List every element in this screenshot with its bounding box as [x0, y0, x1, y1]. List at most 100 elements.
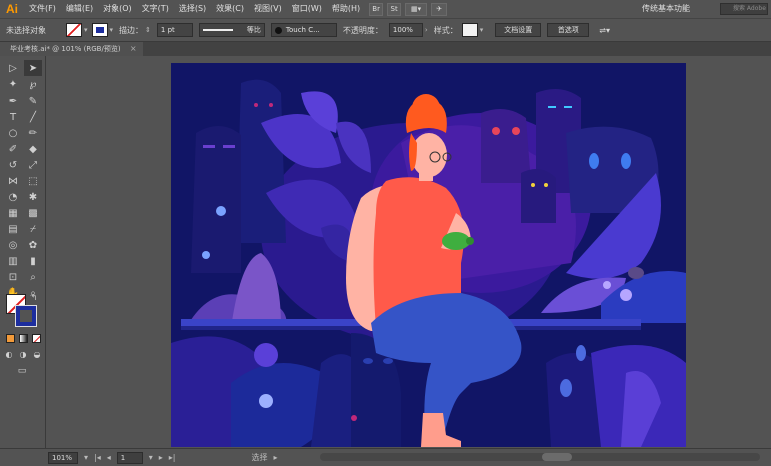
swap-fill-stroke-icon[interactable]: ↰ [28, 292, 40, 302]
stroke-proxy[interactable] [15, 305, 37, 327]
graphic-style-swatch[interactable] [461, 23, 478, 37]
menu-file[interactable]: 文件(F) [24, 0, 61, 18]
selection-tool-icon[interactable]: ▷ [4, 60, 22, 76]
menu-window[interactable]: 窗口(W) [287, 0, 327, 18]
graph-tool-icon[interactable]: ▥ [4, 253, 22, 269]
menu-view[interactable]: 视图(V) [249, 0, 287, 18]
artboard-tool-icon[interactable]: ⊡ [4, 269, 22, 285]
cat-eye [548, 106, 556, 108]
panel-menu-icon[interactable]: ⇌▾ [599, 26, 610, 35]
document-setup-button[interactable]: 文档设置 [495, 23, 542, 37]
blend-tool-icon[interactable]: ◎ [4, 237, 22, 253]
shape-builder-tool-icon[interactable]: ◔ [4, 189, 22, 205]
ellipse-tool-icon[interactable]: ○ [4, 125, 22, 141]
curvature-tool-icon[interactable]: ✎ [24, 93, 42, 109]
next-artboard-icon[interactable]: ▸ [159, 453, 163, 462]
preferences-button[interactable]: 首选项 [547, 23, 590, 37]
scrollbar-thumb[interactable] [542, 453, 572, 461]
menu-help[interactable]: 帮助(H) [327, 0, 365, 18]
opacity-field[interactable]: 100% [388, 23, 423, 37]
mesh-tool-icon[interactable]: ▩ [24, 205, 42, 221]
free-transform-tool-icon[interactable]: ⬚ [24, 173, 42, 189]
rotate-tool-icon[interactable]: ↺ [4, 157, 22, 173]
stroke-profile-line [202, 29, 233, 31]
draw-inside-icon[interactable]: ◒ [30, 348, 44, 360]
chevron-down-icon[interactable]: ▾ [480, 26, 484, 34]
paintbrush-tool-icon[interactable]: ✏ [24, 125, 42, 141]
eraser-tool-icon[interactable]: ◆ [24, 141, 42, 157]
chevron-down-icon[interactable]: ▾ [84, 26, 88, 34]
stroke-weight-field[interactable]: 1 pt [156, 23, 193, 37]
magic-wand-tool-icon[interactable]: ✦ [4, 76, 22, 92]
eyedropper-tool-icon[interactable]: ⌿ [24, 221, 42, 237]
chevron-down-icon[interactable]: ▾ [149, 453, 153, 462]
variable-width-profile[interactable]: 等比 [198, 23, 265, 37]
last-artboard-icon[interactable]: ▸| [169, 453, 176, 462]
lasso-tool-icon[interactable]: ℘ [24, 76, 42, 92]
leaf [560, 379, 572, 397]
leaf [576, 345, 586, 361]
pen-tool-icon[interactable]: ✒ [4, 93, 22, 109]
chevron-down-icon[interactable]: ▾ [84, 453, 88, 462]
bridge-button[interactable]: Br [369, 2, 384, 16]
menu-object[interactable]: 对象(O) [98, 0, 137, 18]
previous-artboard-icon[interactable]: ◂ [107, 453, 111, 462]
zoom-field[interactable]: 101% [48, 451, 78, 464]
draw-normal-icon[interactable]: ◐ [2, 348, 16, 360]
gradient-tool-icon[interactable]: ▤ [4, 221, 22, 237]
stroke-swatch[interactable] [91, 23, 108, 37]
stepper-icon[interactable]: ⇕ [145, 26, 151, 34]
fill-swatch[interactable] [66, 23, 82, 37]
close-icon[interactable]: × [130, 42, 137, 56]
chevron-right-icon[interactable]: › [425, 26, 428, 34]
live-paint-tool-icon[interactable]: ✱ [24, 189, 42, 205]
none-mode-button[interactable] [32, 334, 41, 343]
shadow-cat [236, 79, 286, 244]
search-input[interactable]: 搜索 Adobe [720, 3, 768, 15]
menu-type[interactable]: 文字(T) [137, 0, 174, 18]
gradient-mode-button[interactable] [19, 334, 28, 343]
document-tab[interactable]: 毕业考核.ai* @ 101% (RGB/预览) × [0, 42, 143, 56]
artboard-number-field[interactable]: 1 [116, 451, 143, 464]
first-artboard-icon[interactable]: |◂ [94, 453, 101, 462]
stock-button[interactable]: St [387, 2, 402, 16]
color-mode-button[interactable] [6, 334, 15, 343]
width-tool-icon[interactable]: ⋈ [4, 173, 22, 189]
brush-definition-select[interactable]: Touch C... [270, 23, 337, 37]
style-label: 样式： [433, 25, 458, 35]
flower [603, 281, 611, 289]
shadow-cat [191, 125, 241, 273]
menu-edit[interactable]: 编辑(E) [61, 0, 98, 18]
cat-eye [512, 127, 520, 135]
tools-panel: ▷ ➤ ✦ ℘ ✒ ✎ T ╱ ○ ✏ ✐ ◆ ↺ ⤢ ⋈ ⬚ ◔ ✱ ▦ ▩ … [0, 56, 46, 448]
column-graph-icon[interactable]: ▮ [24, 253, 42, 269]
girl-hair-bun [412, 94, 440, 122]
type-tool-icon[interactable]: T [4, 109, 22, 125]
menu-select[interactable]: 选择(S) [174, 0, 211, 18]
draw-behind-icon[interactable]: ◑ [16, 348, 30, 360]
line-tool-icon[interactable]: ╱ [24, 109, 42, 125]
menu-effect[interactable]: 效果(C) [211, 0, 249, 18]
cat-eye [492, 127, 500, 135]
horizontal-scrollbar[interactable] [320, 453, 760, 461]
arrange-documents-icon[interactable]: ▦▾ [405, 2, 428, 16]
turtle-head [466, 237, 474, 245]
cat-eye [589, 153, 599, 169]
brush-dot-icon [274, 26, 282, 34]
turtle [442, 232, 470, 250]
document-tab-title: 毕业考核.ai* @ 101% (RGB/预览) [10, 45, 121, 53]
workspace-switcher[interactable]: 传统基本功能 [642, 0, 690, 18]
chevron-right-icon[interactable]: ▸ [274, 453, 278, 462]
pencil-tool-icon[interactable]: ✐ [4, 141, 22, 157]
direct-selection-tool-icon[interactable]: ➤ [24, 60, 42, 76]
scale-tool-icon[interactable]: ⤢ [24, 157, 42, 173]
chevron-down-icon[interactable]: ▾ [110, 26, 114, 34]
gpu-performance-icon[interactable]: ✈ [431, 2, 448, 16]
symbol-sprayer-tool-icon[interactable]: ✿ [24, 237, 42, 253]
perspective-tool-icon[interactable]: ▦ [4, 205, 22, 221]
slice-tool-icon[interactable]: ⌕ [24, 269, 42, 285]
artboard[interactable] [171, 63, 686, 447]
screen-mode-icon[interactable]: ▭ [14, 364, 30, 378]
status-tool-label: 选择 [251, 453, 268, 462]
canvas-area[interactable] [46, 56, 771, 448]
